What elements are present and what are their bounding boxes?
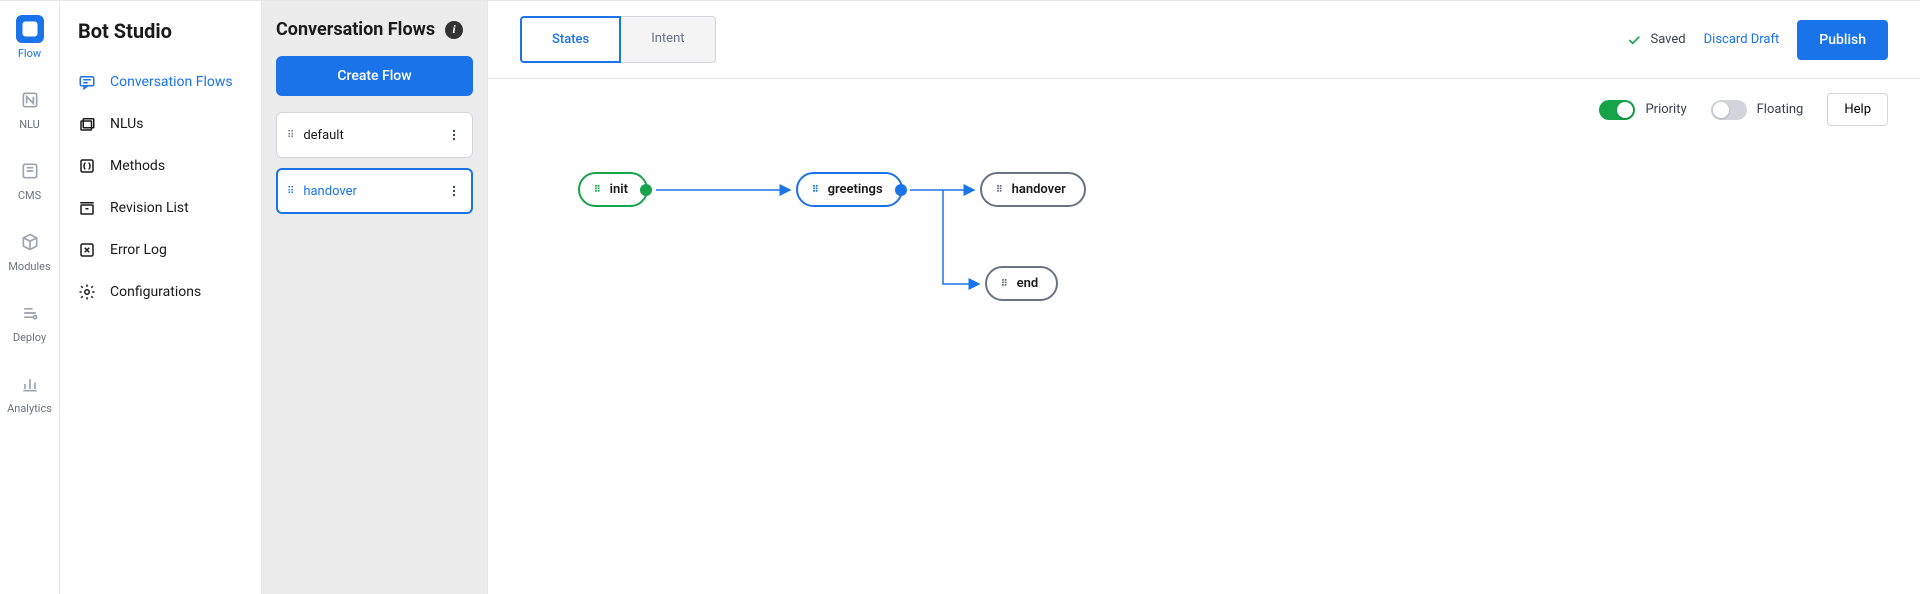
gear-icon — [78, 283, 96, 301]
tab-intent[interactable]: Intent — [621, 16, 715, 63]
sidebar-item-nlus[interactable]: NLUs — [60, 103, 261, 145]
flow-item-menu-button[interactable] — [442, 123, 466, 147]
info-icon[interactable]: i — [445, 21, 463, 39]
flow-item-default[interactable]: ⠿ default — [276, 112, 473, 158]
rail-item-modules[interactable]: Modules — [0, 226, 59, 275]
kebab-icon — [447, 184, 461, 198]
sidebar-item-revision-list[interactable]: Revision List — [60, 187, 261, 229]
sidebar-item-label: Methods — [110, 158, 165, 174]
priority-label: Priority — [1645, 102, 1686, 117]
error-icon — [78, 241, 96, 259]
rail-label: NLU — [19, 118, 40, 131]
priority-toggle[interactable] — [1599, 100, 1635, 120]
rail-item-deploy[interactable]: Deploy — [0, 297, 59, 346]
drag-handle-icon[interactable]: ⠿ — [287, 130, 295, 141]
flows-panel: Conversation Flows i Create Flow ⠿ defau… — [262, 1, 488, 594]
flow-icon — [16, 15, 44, 43]
create-flow-button[interactable]: Create Flow — [276, 56, 473, 96]
node-init[interactable]: ⠿ init — [578, 172, 648, 207]
check-icon — [1626, 32, 1642, 48]
sidebar-item-label: Error Log — [110, 242, 167, 258]
cms-icon — [16, 157, 44, 185]
discard-draft-link[interactable]: Discard Draft — [1704, 32, 1780, 47]
sidebar-item-conversation-flows[interactable]: Conversation Flows — [60, 61, 261, 103]
tabs: States Intent — [520, 16, 716, 63]
chat-icon — [78, 73, 96, 91]
sidebar-menu: Conversation Flows NLUs Methods Revision… — [60, 61, 261, 313]
drag-handle-icon[interactable]: ⠿ — [1001, 279, 1009, 289]
flows-panel-title: Conversation Flows — [276, 19, 435, 40]
node-greetings[interactable]: ⠿ greetings — [796, 172, 903, 207]
app-title: Bot Studio — [60, 19, 261, 61]
floating-toggle[interactable] — [1711, 100, 1747, 120]
function-icon — [78, 157, 96, 175]
node-label: init — [610, 182, 628, 197]
drag-handle-icon[interactable]: ⠿ — [287, 186, 295, 197]
sidebar-item-label: NLUs — [110, 116, 143, 132]
publish-button[interactable]: Publish — [1797, 20, 1888, 60]
sidebar-item-label: Revision List — [110, 200, 189, 216]
sidebar: Bot Studio Conversation Flows NLUs Metho… — [60, 1, 262, 594]
node-label: greetings — [828, 182, 883, 197]
rail-label: Flow — [18, 47, 41, 60]
analytics-icon — [16, 370, 44, 398]
node-label: end — [1017, 276, 1039, 291]
help-button[interactable]: Help — [1827, 93, 1888, 126]
saved-label: Saved — [1650, 32, 1685, 47]
flow-item-handover[interactable]: ⠿ handover — [276, 168, 473, 214]
drag-handle-icon[interactable]: ⠿ — [594, 185, 602, 195]
tab-states[interactable]: States — [520, 16, 621, 63]
canvas-controls: Priority Floating Help — [488, 79, 1920, 140]
rail-label: Analytics — [7, 402, 52, 415]
saved-status: Saved — [1626, 32, 1685, 48]
drag-handle-icon[interactable]: ⠿ — [996, 185, 1004, 195]
topbar: States Intent Saved Discard Draft Publis… — [488, 1, 1920, 79]
kebab-icon — [447, 128, 461, 142]
drag-handle-icon[interactable]: ⠿ — [812, 185, 820, 195]
stack-icon — [78, 115, 96, 133]
node-end[interactable]: ⠿ end — [985, 266, 1058, 301]
node-handover[interactable]: ⠿ handover — [980, 172, 1086, 207]
edges-layer — [488, 140, 1920, 594]
rail-item-nlu[interactable]: NLU — [0, 84, 59, 133]
flow-item-label: handover — [303, 184, 357, 199]
rail-label: Deploy — [13, 331, 46, 344]
rail-item-cms[interactable]: CMS — [0, 155, 59, 204]
node-port-out[interactable] — [640, 184, 652, 196]
sidebar-item-error-log[interactable]: Error Log — [60, 229, 261, 271]
flow-item-menu-button[interactable] — [442, 179, 466, 203]
deploy-icon — [16, 299, 44, 327]
flow-canvas[interactable]: ⠿ init ⠿ greetings ⠿ handover ⠿ end — [488, 140, 1920, 594]
rail-label: CMS — [18, 189, 41, 202]
sidebar-item-methods[interactable]: Methods — [60, 145, 261, 187]
flow-item-label: default — [303, 128, 343, 143]
rail-item-flow[interactable]: Flow — [0, 13, 59, 62]
nav-rail: Flow NLU CMS Modules Deploy — [0, 1, 60, 594]
flow-list: ⠿ default ⠿ handover — [276, 112, 473, 214]
floating-label: Floating — [1757, 102, 1804, 117]
node-port-out[interactable] — [895, 184, 907, 196]
nlu-icon — [16, 86, 44, 114]
sidebar-item-label: Configurations — [110, 284, 201, 300]
sidebar-item-label: Conversation Flows — [110, 74, 233, 90]
sidebar-item-configurations[interactable]: Configurations — [60, 271, 261, 313]
node-label: handover — [1012, 182, 1066, 197]
main-area: States Intent Saved Discard Draft Publis… — [488, 1, 1920, 594]
modules-icon — [16, 228, 44, 256]
rail-item-analytics[interactable]: Analytics — [0, 368, 59, 417]
rail-label: Modules — [8, 260, 50, 273]
archive-icon — [78, 199, 96, 217]
